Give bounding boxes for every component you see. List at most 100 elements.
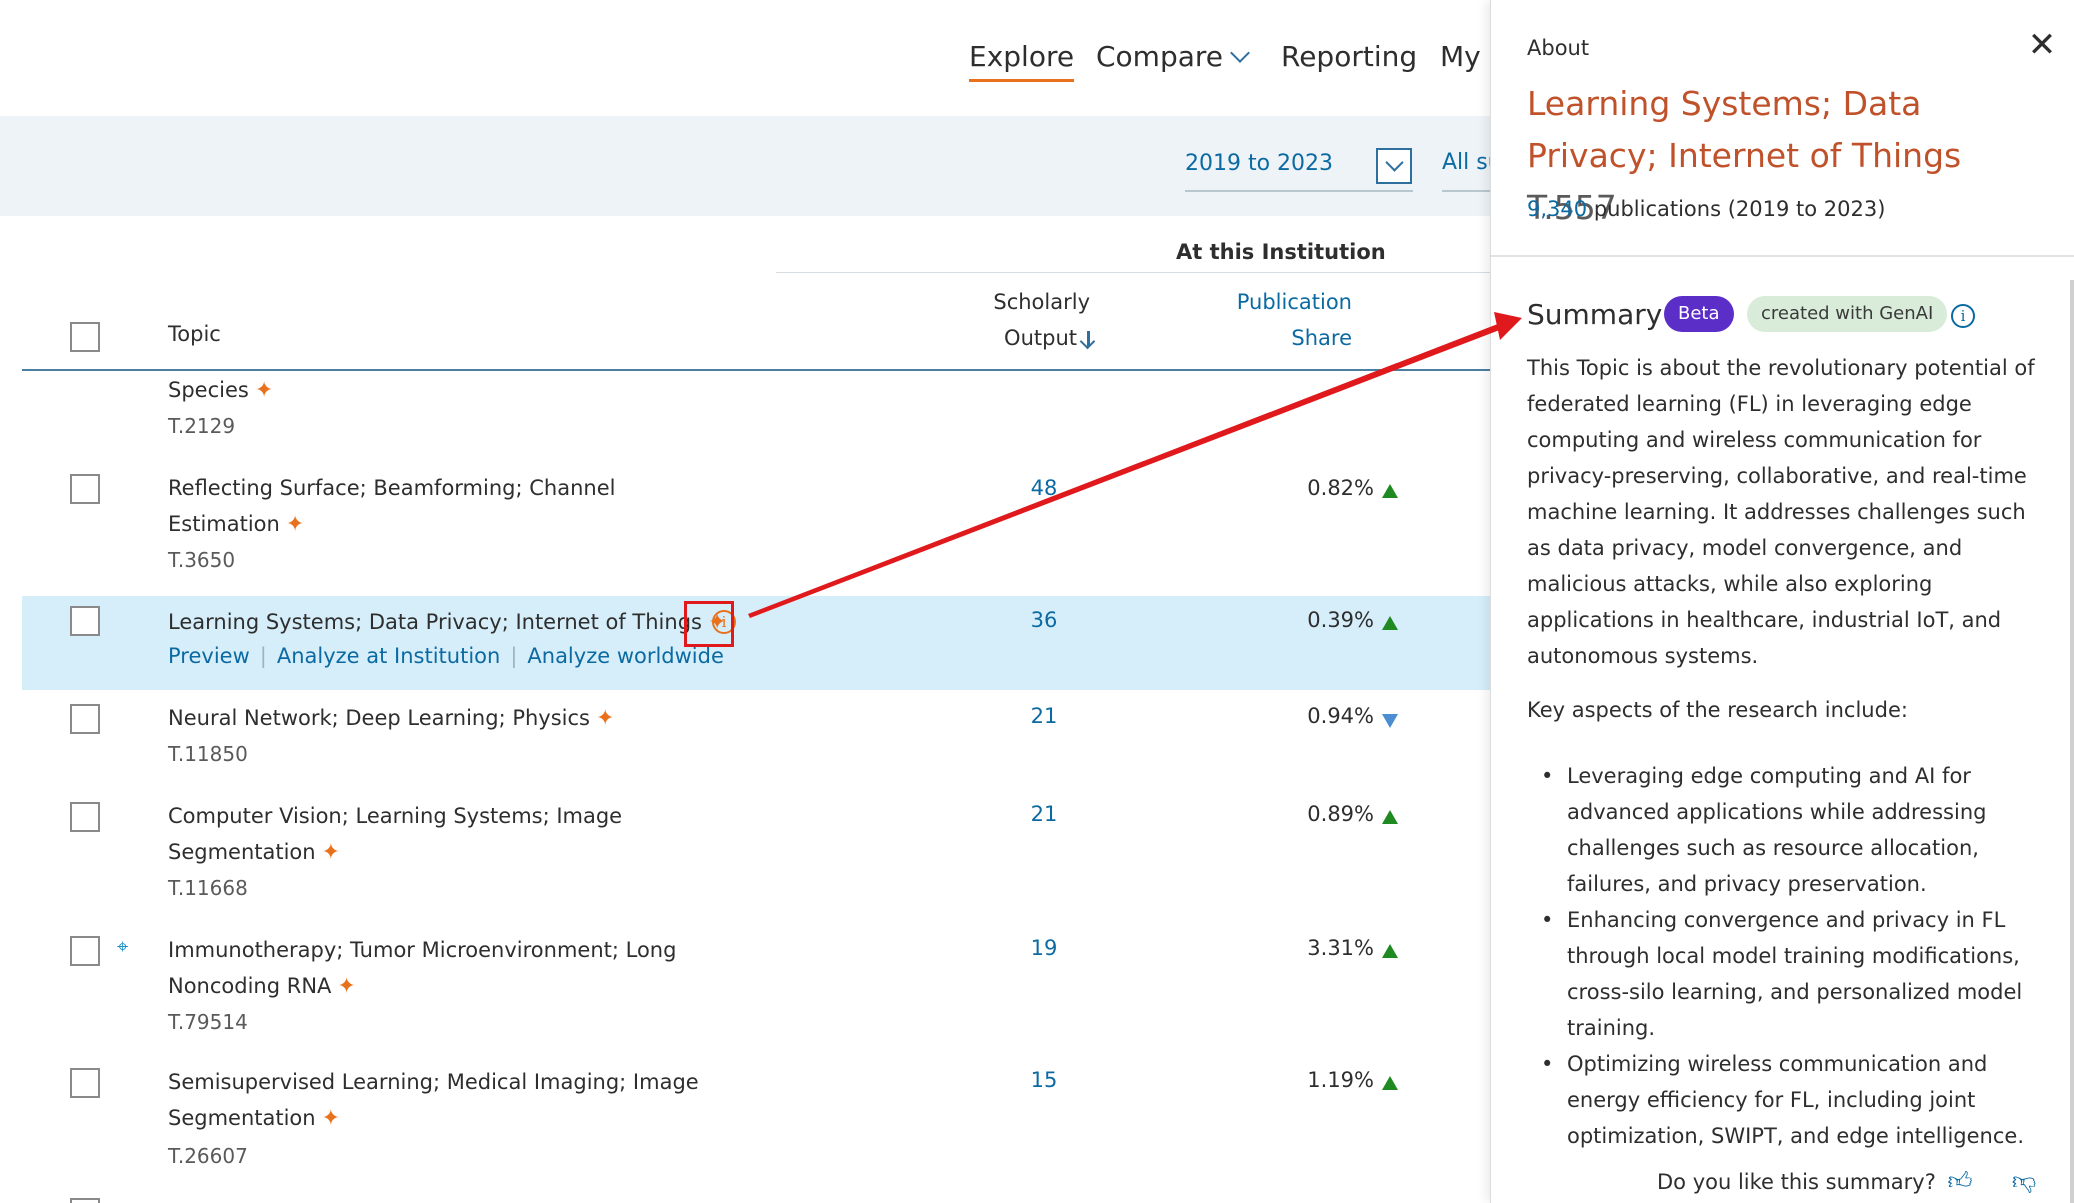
topic-code: T.2129 [168,414,236,438]
topic-label-line2: Segmentation [168,840,316,864]
scholarly-output-value[interactable]: 36 [1022,608,1066,632]
info-icon[interactable]: i [1951,304,1975,328]
nav-reporting[interactable]: Reporting [1281,40,1417,73]
summary-heading: Summary [1527,298,1663,331]
sparkle-icon: ✦ [321,840,341,865]
topic-label: Species [168,378,249,402]
topic-label-line1: Immunotherapy; Tumor Microenvironment; L… [168,938,677,962]
thumbs-down-icon[interactable]: 👎︎ [2009,1166,2039,1196]
topic-name[interactable]: Neural Network; Deep Learning; Physics ✦ [168,700,728,737]
panel-publications: 9,340 publications (2019 to 2023) [1527,197,1885,221]
nav-explore[interactable]: Explore [969,40,1075,82]
topic-name[interactable]: Computer Vision; Learning Systems; Image… [168,798,728,871]
trend-up-icon [1382,484,1398,498]
row-checkbox[interactable] [70,606,100,636]
publications-count-link[interactable]: 9,340 [1527,197,1587,221]
trend-up-icon [1382,810,1398,824]
column-scholarly-output[interactable]: Scholarly Output [900,284,1090,356]
group-header: At this Institution [1176,240,1386,264]
summary-text: This Topic is about the revolutionary po… [1527,356,2035,668]
topic-label-line1: Reflecting Surface; Beamforming; Channel [168,476,616,500]
topic-label-line2: Noncoding RNA [168,974,332,998]
table-row: Species ✦ T.2129 [22,372,1490,462]
action-separator: | [510,644,518,668]
scholarly-output-value[interactable]: 19 [1022,936,1066,960]
publication-share-value: 0.39% [1307,608,1374,632]
trend-up-icon [1382,616,1398,630]
select-all-checkbox[interactable] [70,322,100,352]
list-item: Enhancing convergence and privacy in FL … [1527,902,2047,1046]
sparkle-icon: ✦ [254,378,274,403]
sparkle-icon: ✦ [337,974,356,999]
column-scholarly-line2: Output [1004,326,1077,350]
row-checkbox[interactable] [70,474,100,504]
action-separator: | [259,644,267,668]
scholarly-output-value[interactable]: 15 [1022,1068,1066,1092]
trend-up-icon [1382,944,1398,958]
scholarly-output-value[interactable]: 21 [1022,802,1066,826]
topic-name[interactable]: Immunotherapy; Tumor Microenvironment; L… [168,932,728,1005]
list-item: Leveraging edge computing and AI for adv… [1527,758,2047,902]
nav-compare[interactable]: Compare [1096,40,1250,73]
table-row: Semisupervised Learning; Medical Imaging… [22,1064,1490,1190]
row-checkbox[interactable] [70,1198,100,1203]
topic-label-line1: Semisupervised Learning; Medical Imaging… [168,1070,699,1094]
topic-name[interactable]: Semisupervised Learning; Medical Imaging… [168,1064,728,1137]
analyze-institution-link[interactable]: Analyze at Institution [277,644,500,668]
column-topic[interactable]: Topic [168,322,221,346]
table-row: Reflecting Surface; Beamforming; Channel… [22,466,1490,592]
panel-title-text: Learning Systems; Data Privacy; Internet… [1527,84,1962,175]
column-share-line2: Share [1291,326,1352,350]
topic-code: T.79514 [168,1010,248,1034]
panel-scrollbar[interactable] [2070,280,2074,1203]
analyze-worldwide-link[interactable]: Analyze worldwide [527,644,724,668]
column-publication-share[interactable]: Publication Share [1180,284,1352,356]
sort-down-icon [1087,331,1090,347]
nav-my[interactable]: My S [1440,40,1490,73]
sparkle-icon: ✦ [595,706,615,731]
thumbs-up-icon[interactable]: 👍︎ [1945,1166,1975,1196]
subject-area-select[interactable]: All subject areas [1442,150,1490,192]
row-checkbox[interactable] [70,1068,100,1098]
publication-share-value: 0.82% [1307,476,1374,500]
chevron-down-icon [1230,43,1250,63]
header-divider [22,369,1490,371]
row-checkbox[interactable] [70,936,100,966]
topic-name[interactable]: Reflecting Surface; Beamforming; Channel… [168,470,728,543]
preview-link[interactable]: Preview [168,644,250,668]
topic-code: T.11850 [168,742,248,766]
key-aspects-list: Leveraging edge computing and AI for adv… [1527,758,2047,1154]
panel-about-label: About [1527,36,1590,60]
table-row-highlighted: Learning Systems; Data Privacy; Internet… [22,596,1490,690]
panel-divider [1491,255,2074,257]
publication-share-value: 3.31% [1307,936,1374,960]
topic-label-line2: Estimation [168,512,280,536]
about-panel: About ✕ Learning Systems; Data Privacy; … [1490,0,2074,1203]
table-row: Neural Network; Deep Learning; Physics ✦ … [22,700,1490,790]
column-scholarly-line1: Scholarly [993,290,1090,314]
topic-label-line1: Computer Vision; Learning Systems; Image [168,804,623,828]
topic-name[interactable]: Learning Systems; Data Privacy; Internet… [168,604,726,641]
trend-up-icon [1382,1076,1398,1090]
topic-name[interactable]: Species ✦ [168,372,728,409]
annotation-highlight-box [684,601,734,647]
sparkle-icon: ✦ [321,1106,341,1131]
nav-compare-label: Compare [1096,40,1224,73]
close-icon[interactable]: ✕ [2027,28,2057,62]
publication-share-value: 0.89% [1307,802,1374,826]
table-row: Computer Vision; Learning Systems; Image… [22,798,1490,924]
year-range-value: 2019 to 2023 [1185,151,1334,176]
scholarly-output-value[interactable]: 48 [1022,476,1066,500]
publication-share-value: 1.19% [1307,1068,1374,1092]
row-actions: Preview | Analyze at Institution | Analyze w… [168,644,724,668]
scholarly-output-value[interactable]: 21 [1022,704,1066,728]
row-checkbox[interactable] [70,704,100,734]
group-divider [776,272,1490,273]
topic-label: Learning Systems; Data Privacy; Internet… [168,610,702,634]
column-share-line1: Publication [1236,290,1352,314]
year-dropdown-button[interactable] [1376,148,1412,184]
key-aspects-heading: Key aspects of the research include: [1527,698,1908,722]
topic-label-line2: Segmentation [168,1106,316,1130]
sparkle-icon: ✦ [285,512,305,537]
row-checkbox[interactable] [70,802,100,832]
